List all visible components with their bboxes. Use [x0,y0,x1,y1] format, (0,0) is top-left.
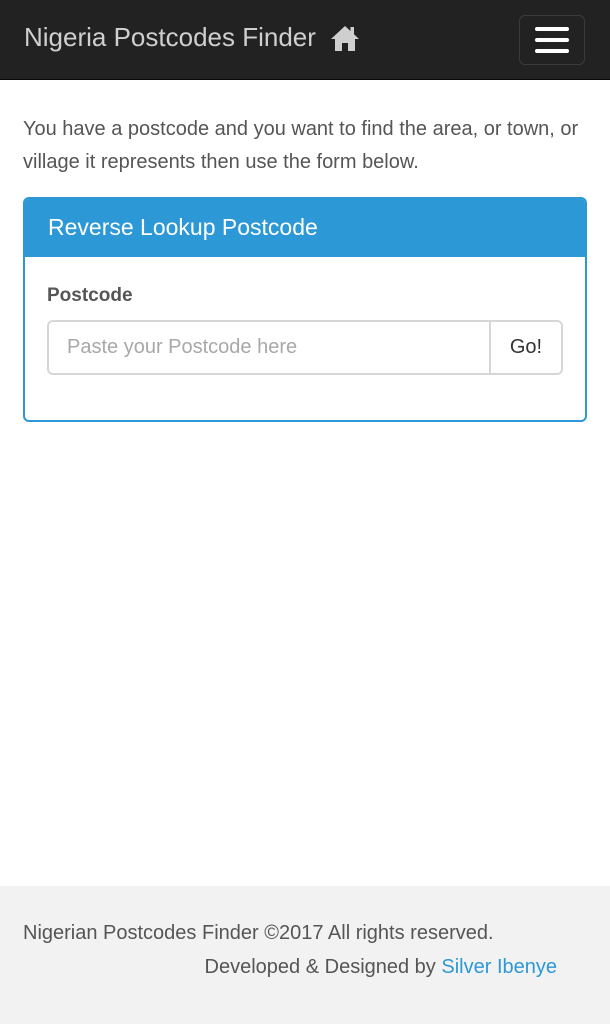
postcode-input-group: Go! [47,320,563,375]
top-navbar: Nigeria Postcodes Finder [0,0,610,80]
intro-text: You have a postcode and you want to find… [23,118,579,173]
hamburger-menu-icon-bar [535,38,569,42]
panel-body: Postcode Go! [25,257,585,420]
reverse-lookup-panel: Reverse Lookup Postcode Postcode Go! [23,197,587,422]
author-link[interactable]: Silver Ibenye [441,956,557,978]
brand-title: Nigeria Postcodes Finder [24,22,316,52]
hamburger-menu-icon [535,27,569,31]
credits-prefix: Developed & Designed by [204,956,442,978]
copyright-text: Nigerian Postcodes Finder ©2017 All righ… [23,922,494,944]
postcode-input[interactable] [49,322,489,373]
page-footer: Nigerian Postcodes Finder ©2017 All righ… [0,886,610,1024]
go-button[interactable]: Go! [489,322,561,373]
panel-heading: Reverse Lookup Postcode [25,199,585,257]
menu-toggle-button[interactable] [519,15,585,65]
credits-text: Developed & Designed by Silver Ibenye [205,956,557,979]
postcode-label: Postcode [47,285,133,306]
brand-link[interactable]: Nigeria Postcodes Finder [24,22,360,53]
home-icon [330,24,360,52]
hamburger-menu-icon-bar [535,49,569,53]
